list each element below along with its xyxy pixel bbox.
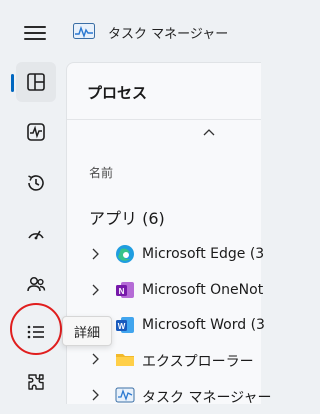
sort-chevron-up-icon[interactable]: [203, 128, 215, 136]
nav-users[interactable]: [16, 264, 56, 304]
process-name: エクスプローラー: [142, 354, 254, 370]
svg-text:W: W: [118, 322, 126, 331]
panel-header: プロセス: [67, 63, 261, 120]
task-manager-app-icon: [73, 23, 95, 39]
nav-app-history[interactable]: [16, 163, 56, 203]
onenote-icon: N: [116, 282, 134, 298]
process-row[interactable]: N Microsoft OneNot: [67, 273, 264, 309]
title-bar: タスク マネージャー: [0, 0, 260, 62]
details-tooltip: 詳細: [62, 316, 112, 346]
process-name: タスク マネージャー: [142, 390, 272, 406]
nav-processes[interactable]: [16, 62, 56, 102]
app-title: タスク マネージャー: [108, 27, 229, 42]
word-icon: W: [116, 317, 134, 333]
page-title: プロセス: [87, 84, 148, 102]
task-manager-icon: [115, 387, 135, 403]
highlight-circle: [10, 303, 62, 355]
explorer-icon: [116, 354, 134, 366]
process-name: Microsoft Edge (3: [142, 246, 265, 262]
process-name: Microsoft Word (3: [142, 317, 265, 333]
selection-indicator: [11, 74, 14, 92]
process-row[interactable]: エクスプローラー: [67, 342, 261, 378]
nav-startup[interactable]: [16, 214, 56, 254]
apps-group-header: アプリ (6): [89, 209, 165, 228]
nav-services[interactable]: [16, 362, 56, 402]
edge-icon: [116, 245, 134, 263]
process-row[interactable]: Microsoft Edge (3: [67, 237, 265, 273]
process-name: Microsoft OneNot: [142, 282, 264, 298]
chevron-right-icon[interactable]: [91, 248, 99, 260]
hamburger-menu-icon[interactable]: [24, 26, 46, 40]
chevron-right-icon[interactable]: [91, 284, 99, 296]
app-history-icon: [28, 175, 44, 191]
svg-text:N: N: [119, 287, 125, 296]
column-header-name[interactable]: 名前: [89, 164, 113, 181]
process-row[interactable]: タスク マネージャー: [67, 378, 271, 414]
services-icon: [28, 374, 44, 390]
chevron-right-icon[interactable]: [91, 353, 99, 365]
nav-performance[interactable]: [16, 112, 56, 152]
users-icon: [27, 276, 46, 292]
chevron-right-icon[interactable]: [91, 389, 99, 401]
processes-icon: [27, 73, 45, 91]
processes-panel: プロセス 名前 アプリ (6) Microsoft Edge (3 N Micr…: [66, 62, 271, 406]
startup-icon: [28, 230, 44, 240]
performance-icon: [27, 123, 45, 141]
